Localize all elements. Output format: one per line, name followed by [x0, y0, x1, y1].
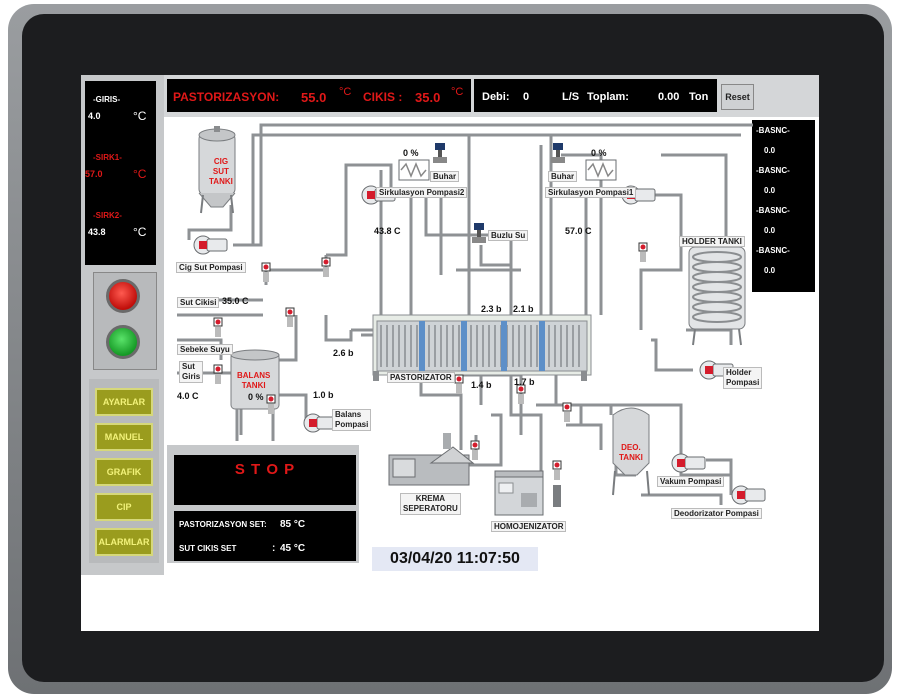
- milk-inlet-line1: Sut: [182, 362, 195, 371]
- balance-pump-line1: Balans: [335, 410, 362, 419]
- hmi-screen: -GIRIS- 4.0 °C -SIRK1- 57.0 °C -SIRK2- 4…: [81, 75, 819, 631]
- valve2-opening: 0 %: [403, 148, 419, 158]
- milk-inlet-label: Sut Giris: [179, 361, 204, 383]
- raw-milk-tank-line1: CIG: [213, 157, 229, 166]
- balance-pump-label: Balans Pompasi: [332, 409, 372, 431]
- holder-pump-line2: Pompasi: [726, 378, 760, 387]
- cream-separator-label: KREMA SEPERATORU: [400, 493, 461, 515]
- holder-pump-label: Holder Pompasi: [723, 367, 763, 389]
- balance-tank-line2: TANKI: [241, 381, 266, 390]
- homogenizer-label: HOMOJENIZATOR: [491, 521, 567, 532]
- circulation-pump2-label: Sirkulasyon Pompasi2: [376, 187, 468, 198]
- balance-tank-line1: BALANS: [237, 371, 271, 380]
- pressure-2-3: 2.3 b: [481, 304, 502, 314]
- cream-separator-line1: KREMA: [415, 494, 446, 503]
- deodorizer-pump-label: Deodorizator Pompasi: [671, 508, 762, 519]
- homogenizer: [494, 470, 561, 516]
- deodorizer-tank-label: DEO. TANKI: [619, 443, 643, 463]
- raw-milk-tank-line3: TANKI: [209, 177, 233, 186]
- deodorizer-tank-line1: DEO.: [621, 443, 641, 452]
- circulation-pump1-label: Sirkulasyon Pompasi1: [545, 187, 637, 198]
- steam1-label: Buhar: [548, 171, 578, 182]
- pressure-1-4: 1.4 b: [471, 380, 492, 390]
- holder-pump-line1: Holder: [726, 368, 752, 377]
- raw-milk-tank-line2: SUT: [212, 167, 229, 176]
- milk-inlet-line2: Giris: [182, 372, 201, 381]
- sirk1-temp: 57.0 C: [565, 226, 592, 236]
- milk-outlet-temp: 35.0 C: [222, 296, 249, 306]
- balance-tank-label: BALANS TANKI: [237, 371, 270, 391]
- balance-tank-level: 0 %: [248, 392, 264, 402]
- pressure-2-1: 2.1 b: [513, 304, 534, 314]
- balance-pump-line2: Pompasi: [335, 420, 369, 429]
- milk-inlet-temp: 4.0 C: [177, 391, 199, 401]
- sirk2-temp: 43.8 C: [374, 226, 401, 236]
- milk-outlet-label: Sut Cikisi: [177, 297, 220, 308]
- mains-water-label: Sebeke Suyu: [177, 344, 233, 355]
- vacuum-pump-label: Vakum Pompasi: [657, 476, 725, 487]
- valve1-opening: 0 %: [591, 148, 607, 158]
- pressure-1-7: 1.7 b: [514, 377, 535, 387]
- pasteurizer-label: PASTORIZATOR: [387, 372, 455, 383]
- steam2-label: Buhar: [430, 171, 460, 182]
- raw-milk-tank-label: CIG SUT TANKI: [209, 157, 233, 187]
- pressure-1-0: 1.0 b: [313, 390, 334, 400]
- deodorizer-tank-line2: TANKI: [619, 453, 643, 462]
- pressure-2-6: 2.6 b: [333, 348, 354, 358]
- holder-tank-label: HOLDER TANKI: [679, 236, 745, 247]
- raw-milk-pump-label: Cig Sut Pompasi: [176, 262, 246, 273]
- cream-separator-line2: SEPERATORU: [403, 504, 458, 513]
- ice-water-label: Buzlu Su: [488, 230, 529, 241]
